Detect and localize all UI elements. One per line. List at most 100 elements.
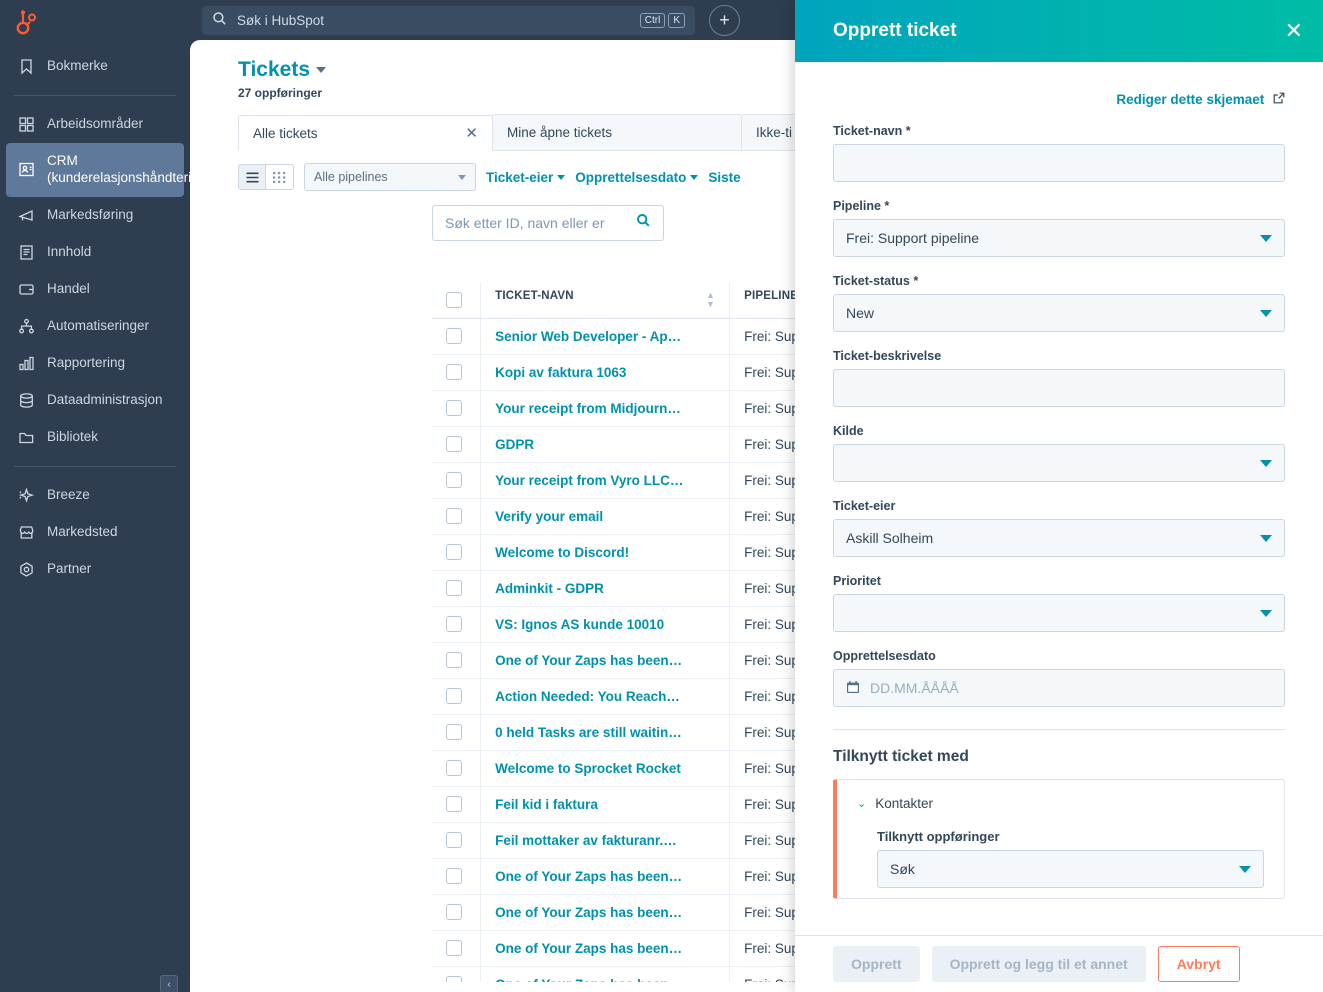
row-checkbox[interactable] — [446, 904, 462, 920]
field-value: Askill Solheim — [846, 530, 934, 546]
list-view-icon[interactable] — [238, 164, 266, 190]
row-checkbox[interactable] — [446, 796, 462, 812]
row-select-cell — [432, 426, 482, 463]
row-checkbox[interactable] — [446, 652, 462, 668]
ticket-name-link[interactable]: Feil mottaker av fakturanr.… — [495, 833, 677, 848]
view-toggle-group — [238, 164, 294, 190]
sidebar-item-innhold[interactable]: Innhold — [6, 234, 184, 271]
edit-form-link[interactable]: Rediger dette skjemaet — [833, 62, 1285, 107]
row-checkbox[interactable] — [446, 688, 462, 704]
prioritet-select[interactable] — [833, 594, 1285, 632]
ticket-name-link[interactable]: Welcome to Discord! — [495, 545, 629, 560]
row-checkbox[interactable] — [446, 832, 462, 848]
filter-opprettelsesdato[interactable]: Opprettelsesdato — [575, 170, 699, 185]
kilde-select[interactable] — [833, 444, 1285, 482]
cell-ticket-navn: 0 held Tasks are still waitin… — [480, 714, 731, 751]
sort-icon[interactable]: ▲▼ — [706, 291, 715, 309]
hubspot-logo-icon[interactable] — [0, 0, 190, 48]
row-checkbox[interactable] — [446, 760, 462, 776]
filter-ticket-eier[interactable]: Ticket-eier — [486, 170, 566, 185]
ticket-name-link[interactable]: GDPR — [495, 437, 534, 452]
ticket-name-link[interactable]: Your receipt from Vyro LLC… — [495, 473, 683, 488]
sidebar-item-handel[interactable]: Handel — [6, 271, 184, 308]
ticket-name-link[interactable]: 0 held Tasks are still waitin… — [495, 725, 682, 740]
ticket-name-link[interactable]: Kopi av faktura 1063 — [495, 365, 626, 380]
ticket-navn-input[interactable] — [833, 144, 1285, 182]
ticket-eier-select[interactable]: Askill Solheim — [833, 519, 1285, 557]
ticket-name-link[interactable]: One of Your Zaps has been… — [495, 869, 682, 884]
ticket-name-link[interactable]: One of Your Zaps has been… — [495, 905, 682, 920]
pipeline-filter-select[interactable]: Alle pipelines — [304, 163, 476, 191]
row-checkbox[interactable] — [446, 580, 462, 596]
row-checkbox[interactable] — [446, 364, 462, 380]
cell-ticket-navn: Your receipt from Midjourn… — [480, 390, 731, 427]
sidebar-item-bibliotek[interactable]: Bibliotek — [6, 419, 184, 456]
ticket-status-select[interactable]: New — [833, 294, 1285, 332]
row-checkbox[interactable] — [446, 940, 462, 956]
sidebar-divider-2 — [14, 465, 176, 467]
close-icon[interactable]: ✕ — [465, 124, 478, 142]
association-search-select[interactable]: Søk — [877, 850, 1264, 888]
sidebar-item-partner[interactable]: Partner — [6, 551, 184, 588]
ticket-name-link[interactable]: Your receipt from Midjourn… — [495, 401, 681, 416]
shortcut-k-key: K — [668, 13, 685, 28]
sidebar-item-label: Breeze — [47, 486, 90, 502]
row-checkbox[interactable] — [446, 508, 462, 524]
sidebar-item-bokmerke[interactable]: Bokmerke — [6, 48, 184, 85]
row-checkbox[interactable] — [446, 472, 462, 488]
sidebar-collapse-button[interactable]: ‹ — [160, 975, 178, 992]
row-checkbox[interactable] — [446, 616, 462, 632]
sidebar-item-crm[interactable]: CRM (kunderelasjonshåndtering) — [6, 143, 190, 197]
close-icon[interactable]: ✕ — [1285, 20, 1303, 42]
board-view-icon[interactable] — [266, 164, 294, 190]
column-header-ticket-navn[interactable]: TICKET-NAVN ▲ ▼ — [480, 282, 731, 319]
row-checkbox[interactable] — [446, 544, 462, 560]
ticket-name-link[interactable]: One of Your Zaps has been… — [495, 653, 682, 668]
association-group-toggle[interactable]: ⌄ Kontakter — [857, 796, 1264, 811]
sidebar-item-automatiseringer[interactable]: Automatiseringer — [6, 308, 184, 345]
row-checkbox[interactable] — [446, 868, 462, 884]
sidebar-item-breeze[interactable]: Breeze — [6, 477, 184, 514]
ticket-name-link[interactable]: VS: Ignos AS kunde 10010 — [495, 617, 664, 632]
ticket-name-link[interactable]: Welcome to Sprocket Rocket — [495, 761, 681, 776]
field-label: Ticket-status * — [833, 274, 919, 288]
ticket-name-link[interactable]: Senior Web Developer - Ap… — [495, 329, 681, 344]
create-button[interactable]: Opprett — [833, 946, 920, 982]
list-search-input[interactable]: Søk etter ID, navn eller er — [432, 205, 664, 241]
ticket-name-link[interactable]: One of Your Zaps has been… — [495, 977, 682, 983]
tab-alle-tickets[interactable]: Alle tickets ✕ — [238, 115, 493, 151]
row-select-cell — [432, 786, 482, 823]
global-search-input[interactable]: Søk i HubSpot Ctrl K — [202, 6, 695, 35]
ticket-name-link[interactable]: Verify your email — [495, 509, 603, 524]
search-icon[interactable] — [636, 213, 651, 233]
row-checkbox[interactable] — [446, 328, 462, 344]
row-checkbox[interactable] — [446, 436, 462, 452]
create-new-button[interactable]: + — [709, 5, 740, 36]
sidebar-item-markedsted[interactable]: Markedsted — [6, 514, 184, 551]
row-checkbox[interactable] — [446, 724, 462, 740]
field-label: Kilde — [833, 424, 864, 438]
sidebar-item-dataadministrasjon[interactable]: Dataadministrasjon — [6, 382, 184, 419]
page-title[interactable]: Tickets — [238, 58, 326, 82]
select-all-checkbox[interactable] — [446, 291, 462, 308]
row-select-cell — [432, 606, 482, 643]
tab-mine-apne-tickets[interactable]: Mine åpne tickets — [492, 114, 742, 150]
row-checkbox[interactable] — [446, 976, 462, 982]
ticket-name-link[interactable]: Adminkit - GDPR — [495, 581, 604, 596]
row-checkbox[interactable] — [446, 400, 462, 416]
ticket-beskrivelse-input[interactable] — [833, 369, 1285, 407]
sidebar-item-label: Bokmerke — [47, 58, 108, 74]
opprettelsesdato-input[interactable]: DD.MM.ÅÅÅÅ — [833, 669, 1285, 707]
create-and-add-another-button[interactable]: Opprett og legg til et annet — [931, 946, 1146, 982]
filter-siste[interactable]: Siste — [708, 170, 740, 185]
cell-ticket-navn: Adminkit - GDPR — [480, 570, 731, 607]
sidebar-item-rapportering[interactable]: Rapportering — [6, 345, 184, 382]
association-section-title: Tilknytt ticket med — [833, 748, 969, 765]
ticket-name-link[interactable]: Feil kid i faktura — [495, 797, 598, 812]
ticket-name-link[interactable]: One of Your Zaps has been… — [495, 941, 682, 956]
pipeline-select[interactable]: Frei: Support pipeline — [833, 219, 1285, 257]
sidebar-item-markedsforing[interactable]: Markedsføring — [6, 197, 184, 234]
sidebar-item-arbeidsomrader[interactable]: Arbeidsområder — [6, 106, 184, 143]
ticket-name-link[interactable]: Action Needed: You Reach… — [495, 689, 680, 704]
cancel-button[interactable]: Avbryt — [1157, 946, 1240, 982]
